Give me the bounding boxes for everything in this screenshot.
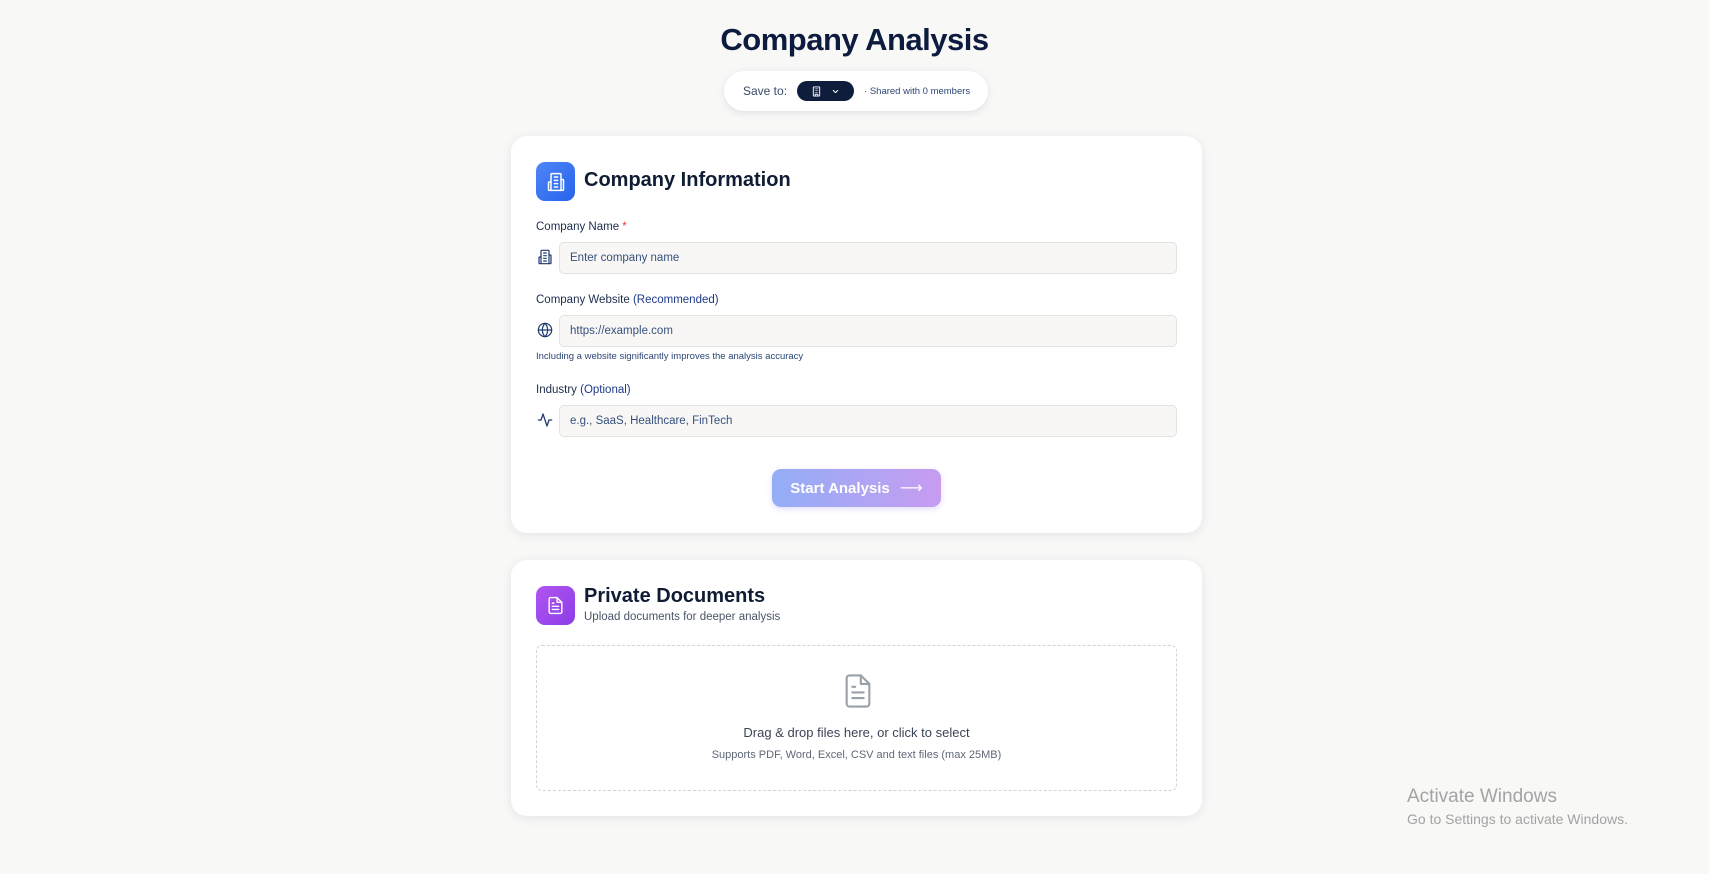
chevron-down-icon [831,87,840,96]
workspace-selector[interactable] [797,81,855,101]
industry-label: Industry (Optional) [536,384,631,396]
watermark-subtitle: Go to Settings to activate Windows. [1407,811,1628,827]
save-to-label: Save to: [743,84,788,98]
private-documents-title: Private Documents [584,585,766,607]
company-website-input[interactable] [559,315,1177,347]
start-analysis-button[interactable]: Start Analysis ⟶ [772,469,941,507]
company-name-label: Company Name * [536,221,627,233]
file-upload-icon [841,672,875,715]
company-website-label: Company Website (Recommended) [536,294,719,306]
private-documents-card: Private Documents Upload documents for d… [511,560,1202,816]
globe-icon [536,321,554,339]
website-hint: Including a website significantly improv… [536,351,804,362]
activity-icon [536,411,554,429]
page-title: Company Analysis [720,22,989,57]
building-icon [536,248,554,266]
dropzone-subtext: Supports PDF, Word, Excel, CSV and text … [711,749,1002,761]
activate-windows-watermark: Activate Windows Go to Settings to activ… [1407,786,1628,827]
save-to-bar: Save to: · Shared with 0 members [724,71,988,111]
shared-members-text: · Shared with 0 members [864,85,971,97]
required-marker: * [622,221,627,233]
file-dropzone[interactable]: Drag & drop files here, or click to sele… [536,645,1177,791]
company-information-title: Company Information [584,169,791,191]
building-icon [536,162,575,201]
dropzone-text: Drag & drop files here, or click to sele… [743,725,970,740]
building-icon [811,85,822,97]
industry-input[interactable] [559,405,1177,437]
company-name-input[interactable] [559,242,1177,274]
start-analysis-label: Start Analysis [790,479,890,497]
private-documents-subtitle: Upload documents for deeper analysis [584,611,781,623]
watermark-title: Activate Windows [1407,786,1557,807]
document-icon [536,586,575,625]
arrow-right-icon: ⟶ [899,480,923,497]
company-information-card: Company Information Company Name * Compa… [511,136,1202,533]
